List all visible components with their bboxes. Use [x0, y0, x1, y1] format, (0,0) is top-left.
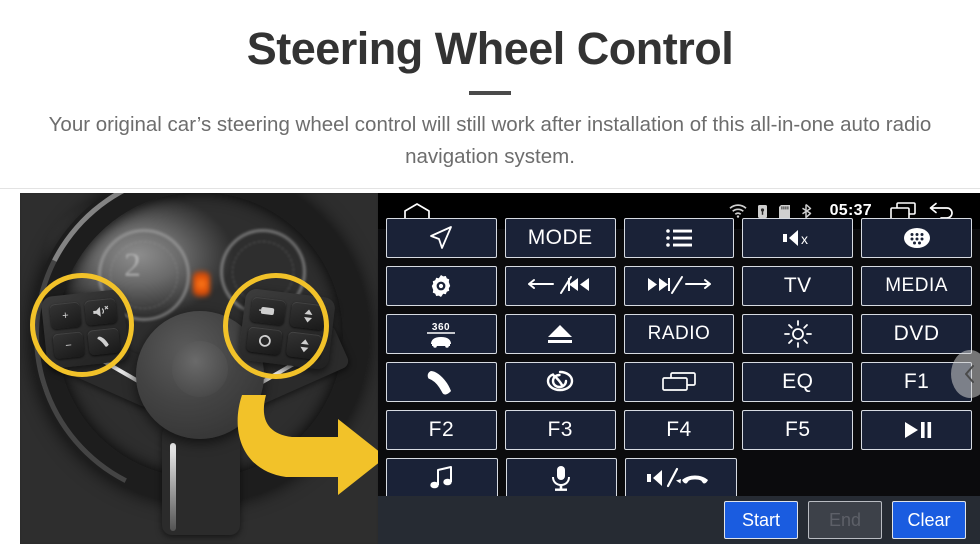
navigation-arrow-icon: [430, 226, 453, 249]
usb-lock-icon: [757, 204, 768, 219]
airbag-badge: [172, 341, 228, 397]
swc-button-grid: MODE x TV MEDIA 360 RADIO DVD EQ F1 F2 F…: [386, 218, 972, 506]
apps-button[interactable]: [861, 218, 972, 258]
navigation-button[interactable]: [386, 218, 497, 258]
f3-button[interactable]: F3: [504, 410, 616, 450]
header-bottom-divider: [0, 188, 980, 189]
left-controls-highlight: [30, 273, 134, 377]
f5-button[interactable]: F5: [742, 410, 854, 450]
next-button[interactable]: [623, 266, 735, 306]
music-note-icon: [430, 466, 452, 489]
button-row: [386, 458, 972, 498]
gear-icon: [432, 275, 451, 297]
steering-wheel-photo: 2 + −: [20, 193, 378, 544]
mute-button[interactable]: x: [742, 218, 854, 258]
answer-hangup-button[interactable]: [625, 458, 737, 498]
page-header: Steering Wheel Control Your original car…: [0, 0, 980, 173]
end-button[interactable]: End: [808, 501, 882, 539]
play-pause-button[interactable]: [861, 410, 972, 450]
swirl-icon: [546, 370, 574, 392]
apps-grid-icon: [903, 228, 930, 248]
button-row: EQ F1: [386, 362, 972, 402]
action-bar: Start End Clear: [378, 496, 980, 544]
previous-button[interactable]: [504, 266, 616, 306]
settings-button[interactable]: [386, 266, 497, 306]
phone-icon: [428, 371, 452, 395]
radio-button[interactable]: RADIO: [623, 314, 735, 354]
tv-button[interactable]: TV: [742, 266, 854, 306]
phone-button[interactable]: [386, 362, 497, 402]
prev-track-icon: [528, 276, 590, 294]
svg-text:360: 360: [432, 322, 450, 333]
microphone-icon: [552, 466, 571, 491]
right-controls-highlight: [223, 273, 329, 379]
button-row: 360 RADIO DVD: [386, 314, 972, 354]
svg-text:x: x: [801, 231, 809, 247]
next-track-icon: [647, 276, 711, 294]
chrome-trim-bottom: [170, 443, 176, 531]
play-pause-icon: [904, 422, 931, 438]
camera-360-button[interactable]: 360: [386, 314, 497, 354]
start-button[interactable]: Start: [724, 501, 798, 539]
button-row: MODE x: [386, 218, 972, 258]
f2-button[interactable]: F2: [386, 410, 497, 450]
clear-button[interactable]: Clear: [892, 501, 966, 539]
pointing-arrow-icon: [237, 395, 378, 495]
chevron-left-icon: [965, 365, 974, 383]
page-subtitle: Your original car’s steering wheel contr…: [48, 113, 932, 168]
dvd-button[interactable]: DVD: [861, 314, 972, 354]
voice-assistant-button[interactable]: [504, 362, 616, 402]
speaker-hangup-icon: [646, 467, 708, 488]
f4-button[interactable]: F4: [623, 410, 735, 450]
list-button[interactable]: [623, 218, 735, 258]
content-area: 2 + − 05:37 MODE x TV MEDIA 360 RADIO DV…: [0, 193, 980, 544]
page-title: Steering Wheel Control: [246, 23, 734, 74]
button-row: TV MEDIA: [386, 266, 972, 306]
button-row: F2 F3 F4 F5: [386, 410, 972, 450]
media-button[interactable]: MEDIA: [861, 266, 972, 306]
microphone-button[interactable]: [505, 458, 618, 498]
screen-off-button[interactable]: [623, 362, 735, 402]
window-icon: [662, 372, 696, 391]
mute-icon: x: [782, 230, 809, 247]
car-360-icon: 360: [427, 322, 456, 348]
eject-icon: [548, 325, 573, 343]
music-button[interactable]: [386, 458, 498, 498]
title-divider: [469, 91, 511, 95]
car-radio-screen: 05:37 MODE x TV MEDIA 360 RADIO DVD EQ F…: [378, 193, 980, 544]
sdcard-icon: [778, 204, 791, 219]
eq-button[interactable]: EQ: [742, 362, 854, 402]
brightness-icon: [783, 320, 812, 348]
list-icon: [666, 229, 692, 247]
eject-button[interactable]: [504, 314, 616, 354]
mode-button[interactable]: MODE: [504, 218, 616, 258]
wifi-icon: [729, 204, 747, 218]
brightness-button[interactable]: [742, 314, 854, 354]
bluetooth-icon: [801, 203, 814, 219]
